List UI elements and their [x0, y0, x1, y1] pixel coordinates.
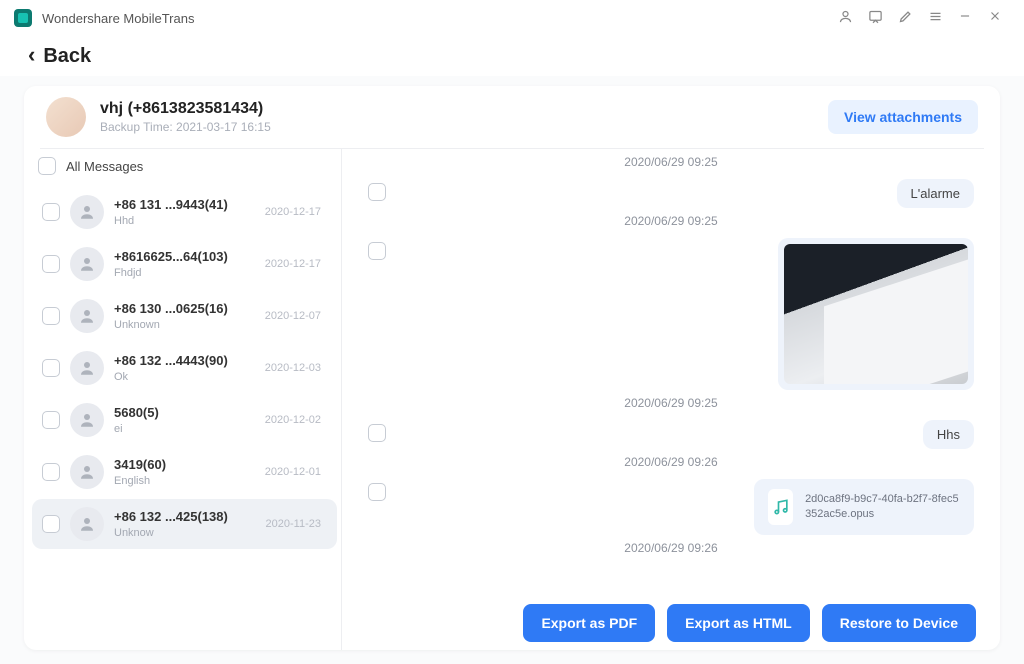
contact-row[interactable]: 5680(5) ei2020-12-02 [32, 395, 337, 445]
account-icon[interactable] [830, 9, 860, 28]
export-html-button[interactable]: Export as HTML [667, 604, 810, 642]
contact-date: 2020-12-17 [265, 258, 327, 270]
contact-date: 2020-12-17 [265, 206, 327, 218]
timestamp: 2020/06/29 09:25 [368, 396, 974, 410]
contact-name: +8616625...64(103) [114, 249, 265, 264]
message-row: L'alarme [368, 179, 974, 208]
contact-name: +86 130 ...0625(16) [114, 301, 265, 316]
sidebar: All Messages +86 131 ...9443(41)Hhd2020-… [24, 149, 342, 650]
message-checkbox[interactable] [368, 424, 386, 442]
music-note-icon [768, 489, 793, 525]
conversation-title: vhj (+8613823581434) [100, 100, 271, 118]
contact-row[interactable]: +8616625...64(103) Fhdjd2020-12-17 [32, 239, 337, 289]
footer-actions: Export as PDF Export as HTML Restore to … [523, 604, 976, 642]
contact-preview: Unknown [114, 319, 265, 331]
message-pane: 2020/06/29 09:25 L'alarme 2020/06/29 09:25… [342, 149, 1000, 650]
person-icon [70, 403, 104, 437]
image-bubble[interactable] [778, 238, 974, 390]
contact-checkbox[interactable] [42, 411, 60, 429]
contact-name: +86 132 ...4443(90) [114, 353, 265, 368]
person-icon [70, 507, 104, 541]
person-icon [70, 247, 104, 281]
menu-icon[interactable] [920, 9, 950, 28]
contact-row[interactable]: +86 130 ...0625(16) Unknown2020-12-07 [32, 291, 337, 341]
contact-checkbox[interactable] [42, 359, 60, 377]
contact-preview: Hhd [114, 215, 265, 227]
person-icon [70, 195, 104, 229]
timestamp: 2020/06/29 09:25 [368, 155, 974, 169]
chevron-left-icon: ‹ [28, 42, 35, 68]
contact-row[interactable]: +86 131 ...9443(41) Hhd2020-12-17 [32, 187, 337, 237]
title-bar: Wondershare MobileTrans [0, 0, 1024, 36]
message-checkbox[interactable] [368, 483, 386, 501]
contact-name: +86 132 ...425(138) [114, 509, 266, 524]
contact-name: +86 131 ...9443(41) [114, 197, 265, 212]
contact-checkbox[interactable] [42, 255, 60, 273]
all-messages-row[interactable]: All Messages [30, 149, 341, 185]
contact-row[interactable]: +86 132 ...425(138) Unknow2020-11-23 [32, 499, 337, 549]
back-button[interactable]: ‹ Back [0, 36, 1024, 76]
contact-date: 2020-12-07 [265, 310, 327, 322]
contact-name: 3419(60) [114, 457, 265, 472]
close-icon[interactable] [980, 9, 1010, 27]
text-bubble: Hhs [923, 420, 974, 449]
message-checkbox[interactable] [368, 242, 386, 260]
contact-date: 2020-11-23 [266, 518, 327, 530]
message-row: 2d0ca8f9-b9c7-40fa-b2f7-8fec5352ac5e.opu… [368, 479, 974, 535]
export-pdf-button[interactable]: Export as PDF [523, 604, 655, 642]
text-bubble: L'alarme [897, 179, 974, 208]
file-name: 2d0ca8f9-b9c7-40fa-b2f7-8fec5352ac5e.opu… [805, 492, 960, 522]
contact-row[interactable]: 3419(60) English2020-12-01 [32, 447, 337, 497]
contact-preview: English [114, 475, 265, 487]
restore-button[interactable]: Restore to Device [822, 604, 976, 642]
avatar [46, 97, 86, 137]
contact-preview: Unknow [114, 527, 266, 539]
contact-preview: ei [114, 423, 265, 435]
message-row: Hhs [368, 420, 974, 449]
timestamp: 2020/06/29 09:26 [368, 455, 974, 469]
minimize-icon[interactable] [950, 9, 980, 27]
person-icon [70, 299, 104, 333]
back-label: Back [43, 45, 91, 68]
contact-date: 2020-12-01 [265, 466, 327, 478]
contact-date: 2020-12-02 [265, 414, 327, 426]
file-bubble[interactable]: 2d0ca8f9-b9c7-40fa-b2f7-8fec5352ac5e.opu… [754, 479, 974, 535]
person-icon [70, 351, 104, 385]
contact-checkbox[interactable] [42, 515, 60, 533]
message-checkbox[interactable] [368, 183, 386, 201]
backup-time: Backup Time: 2021-03-17 16:15 [100, 120, 271, 134]
contact-row[interactable]: +86 132 ...4443(90) Ok2020-12-03 [32, 343, 337, 393]
image-icon [784, 244, 968, 384]
app-title: Wondershare MobileTrans [42, 11, 194, 26]
timestamp: 2020/06/29 09:26 [368, 541, 974, 555]
all-messages-checkbox[interactable] [38, 157, 56, 175]
all-messages-label: All Messages [66, 159, 143, 174]
contact-name: 5680(5) [114, 405, 265, 420]
message-row [368, 238, 974, 390]
contact-preview: Ok [114, 371, 265, 383]
edit-icon[interactable] [890, 9, 920, 28]
person-icon [70, 455, 104, 489]
contact-checkbox[interactable] [42, 203, 60, 221]
main-card: vhj (+8613823581434) Backup Time: 2021-0… [24, 86, 1000, 650]
card-header: vhj (+8613823581434) Backup Time: 2021-0… [24, 86, 1000, 148]
timestamp: 2020/06/29 09:25 [368, 214, 974, 228]
app-logo [14, 9, 32, 27]
feedback-icon[interactable] [860, 9, 890, 28]
contact-preview: Fhdjd [114, 267, 265, 279]
contact-checkbox[interactable] [42, 307, 60, 325]
contact-list: +86 131 ...9443(41)Hhd2020-12-17+8616625… [30, 185, 341, 650]
contact-checkbox[interactable] [42, 463, 60, 481]
view-attachments-button[interactable]: View attachments [828, 100, 978, 134]
contact-date: 2020-12-03 [265, 362, 327, 374]
